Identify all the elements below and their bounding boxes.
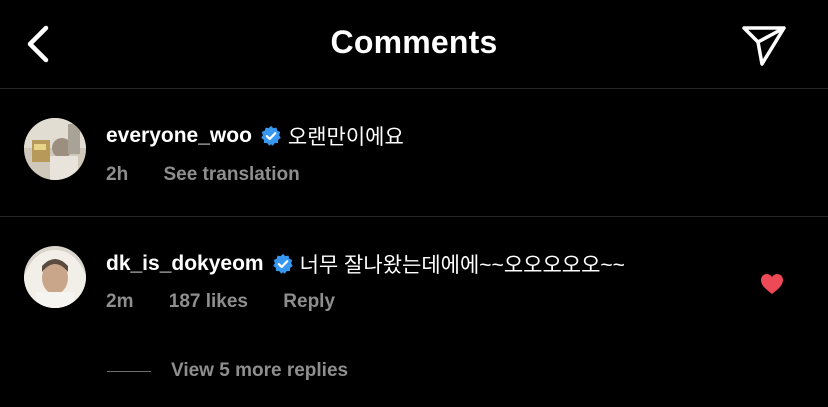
share-button[interactable] — [740, 22, 788, 68]
see-translation-button[interactable]: See translation — [163, 164, 299, 185]
header-bar: Comments — [0, 0, 828, 88]
verified-badge-icon — [272, 253, 293, 274]
comment-time: 2h — [106, 164, 129, 185]
username[interactable]: everyone_woo — [106, 124, 252, 148]
heart-filled-icon — [761, 274, 783, 294]
comment-line: everyone_woo 오랜만이에요 — [106, 121, 404, 151]
replies-rule — [107, 370, 151, 372]
page-title: Comments — [330, 24, 498, 60]
comment-item: dk_is_dokyeom 너무 잘나왔는데에에~~오오오오오~~ 2m 187… — [0, 216, 828, 346]
comment-text: 너무 잘나왔는데에에~~오오오오오~~ — [299, 254, 625, 277]
comment-text: 오랜만이에요 — [287, 126, 404, 149]
comment-meta: 2m 187 likes Reply — [106, 291, 365, 313]
avatar[interactable] — [24, 118, 86, 180]
reply-button[interactable]: Reply — [283, 291, 335, 312]
comment-meta: 2h See translation — [106, 164, 330, 186]
comment-line: dk_is_dokyeom 너무 잘나왔는데에에~~오오오오오~~ — [106, 249, 625, 279]
view-more-replies-button[interactable]: View 5 more replies — [107, 360, 348, 382]
like-button[interactable] — [760, 273, 784, 295]
verified-badge-icon — [261, 125, 281, 146]
username[interactable]: dk_is_dokyeom — [106, 252, 264, 276]
avatar[interactable] — [24, 246, 86, 308]
avatar-image — [24, 118, 86, 180]
view-replies-label: View 5 more replies — [171, 360, 349, 381]
comment-item: everyone_woo 오랜만이에요 2h See translation — [0, 88, 828, 216]
send-icon — [742, 26, 786, 66]
likes-count[interactable]: 187 likes — [169, 291, 248, 312]
avatar-image — [24, 246, 86, 308]
comment-time: 2m — [106, 291, 134, 312]
